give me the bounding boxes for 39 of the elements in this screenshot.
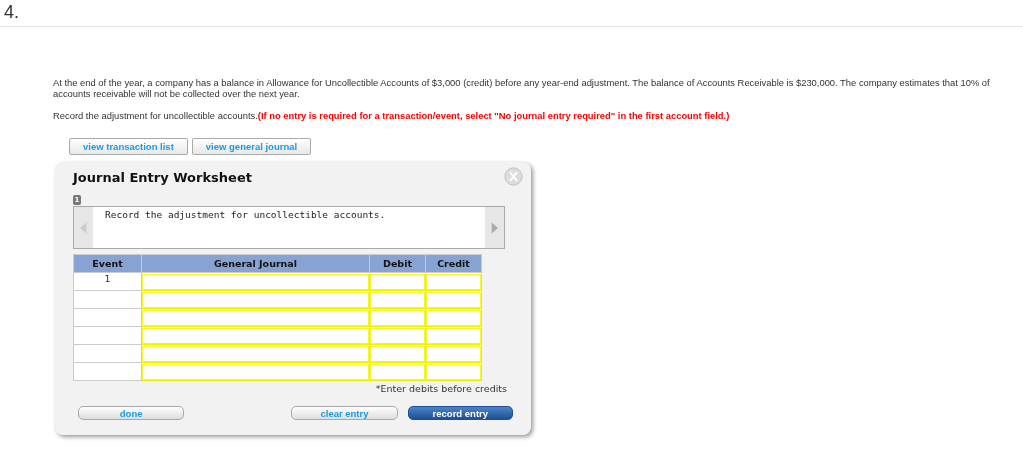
- credit-field[interactable]: [426, 345, 481, 362]
- instruction-text: Record the adjustment for uncollectible accounts.: [53, 110, 258, 121]
- credit-field[interactable]: [426, 273, 481, 290]
- credit-field[interactable]: [426, 363, 481, 380]
- debit-field[interactable]: [370, 273, 425, 290]
- debit-field[interactable]: [370, 309, 425, 326]
- account-field[interactable]: [142, 291, 369, 308]
- credit-field[interactable]: [426, 327, 481, 344]
- worksheet-title: Journal Entry Worksheet: [73, 170, 253, 185]
- debit-field[interactable]: [370, 363, 425, 380]
- previous-button[interactable]: [74, 207, 93, 248]
- action-button[interactable]: clear entry: [291, 406, 398, 420]
- column-header: General Journal: [141, 254, 370, 273]
- column-header: Debit: [369, 254, 426, 273]
- view-button[interactable]: view transaction list: [69, 138, 188, 155]
- prompt-text: Record the adjustment for uncollectible accounts.: [104, 208, 387, 222]
- action-button[interactable]: record entry: [407, 406, 513, 420]
- credit-field[interactable]: [426, 309, 481, 326]
- instruction-note: (If no entry is required for a transaction/event, select "No journal entry required" in the first account field.): [257, 110, 730, 121]
- right-triangle-icon: [491, 220, 498, 235]
- question-number: 4.: [3, 1, 20, 24]
- credit-field[interactable]: [426, 291, 481, 308]
- account-field[interactable]: [142, 363, 369, 380]
- account-field[interactable]: [142, 327, 369, 344]
- column-header: Event: [73, 254, 142, 273]
- debit-field[interactable]: [370, 291, 425, 308]
- column-header: Credit: [425, 254, 482, 273]
- account-field[interactable]: [142, 345, 369, 362]
- debit-field[interactable]: [370, 345, 425, 362]
- problem-text: At the end of the year, a company has a balance in Allowance for Uncollectible Accounts of $3,000 (credit) before any year-end adjustment. The balance of Accounts Receivable is $230,000. The company estimates that 10% of accounts receivable will not be collected over the next year.: [53, 77, 991, 99]
- close-icon[interactable]: [504, 167, 523, 186]
- view-button[interactable]: view general journal: [191, 138, 312, 155]
- left-triangle-icon: [80, 220, 87, 235]
- debit-field[interactable]: [370, 327, 425, 344]
- account-field[interactable]: [142, 273, 369, 290]
- next-button[interactable]: [485, 207, 504, 248]
- account-field[interactable]: [142, 309, 369, 326]
- footnote-text: *Enter debits before credits: [374, 383, 507, 394]
- action-button[interactable]: done: [78, 406, 185, 420]
